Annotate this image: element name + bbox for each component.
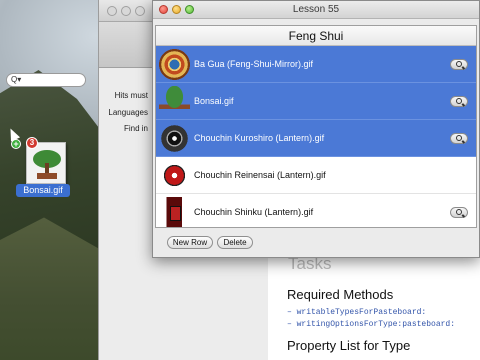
row-label: Bonsai.gif bbox=[194, 96, 234, 106]
minimize-dot-icon[interactable] bbox=[121, 6, 131, 16]
quicklook-button[interactable] bbox=[450, 133, 468, 144]
row-label: Chouchin Shinku (Lantern).gif bbox=[194, 207, 314, 217]
zoom-dot-icon[interactable] bbox=[135, 6, 145, 16]
table-row[interactable]: Ba Gua (Feng-Shui-Mirror).gif bbox=[156, 46, 476, 83]
window-title: Lesson 55 bbox=[292, 4, 340, 15]
main-window-titlebar[interactable]: Lesson 55 bbox=[153, 1, 479, 19]
delete-button[interactable]: Delete bbox=[217, 236, 253, 249]
table-row[interactable]: Chouchin Kuroshiro (Lantern).gif bbox=[156, 120, 476, 157]
row-label: Chouchin Reinensai (Lantern).gif bbox=[194, 170, 326, 180]
search-field[interactable]: Q▾ bbox=[6, 73, 86, 87]
bonsai-thumbnail-icon bbox=[33, 150, 61, 179]
table-row[interactable]: Chouchin Reinensai (Lantern).gif bbox=[156, 157, 476, 194]
docs-method-link[interactable]: – writingOptionsForType:pasteboard: bbox=[287, 320, 455, 329]
docs-method-link[interactable]: – writableTypesForPasteboard: bbox=[287, 308, 426, 317]
docs-heading-property-list: Property List for Type bbox=[287, 338, 411, 353]
row-label: Chouchin Kuroshiro (Lantern).gif bbox=[194, 133, 325, 143]
main-window[interactable]: Lesson 55 Feng Shui Ba Gua (Feng-Shui-Mi… bbox=[152, 0, 480, 258]
magnifier-icon bbox=[456, 98, 462, 104]
table-row[interactable]: Chouchin Shinku (Lantern).gif bbox=[156, 194, 476, 227]
lantern-reinensai-icon bbox=[159, 160, 190, 191]
close-dot-icon[interactable] bbox=[107, 6, 117, 16]
feng-shui-table[interactable]: Feng Shui Ba Gua (Feng-Shui-Mirror).gif … bbox=[155, 25, 477, 228]
table-column-header[interactable]: Feng Shui bbox=[156, 26, 476, 46]
table-row[interactable]: Bonsai.gif bbox=[156, 83, 476, 120]
lantern-shinku-icon bbox=[159, 197, 190, 227]
magnifier-icon bbox=[456, 61, 462, 67]
filter-label-languages: Languages bbox=[108, 108, 148, 117]
quicklook-button[interactable] bbox=[450, 207, 468, 218]
bonsai-icon bbox=[159, 86, 190, 117]
lantern-kuroshiro-icon bbox=[159, 123, 190, 154]
filter-label-hits: Hits must bbox=[114, 91, 148, 100]
new-row-button[interactable]: New Row bbox=[167, 236, 213, 249]
filter-label-find-in: Find in bbox=[123, 124, 148, 133]
quicklook-button[interactable] bbox=[450, 59, 468, 70]
desktop-file-label[interactable]: Bonsai.gif bbox=[16, 184, 70, 197]
quicklook-button[interactable] bbox=[450, 96, 468, 107]
magnifier-icon bbox=[456, 209, 462, 215]
row-label: Ba Gua (Feng-Shui-Mirror).gif bbox=[194, 59, 314, 69]
drag-count-badge: 3 bbox=[26, 137, 38, 149]
magnifier-icon bbox=[456, 135, 462, 141]
bagua-mirror-icon bbox=[159, 49, 190, 80]
docs-heading-required: Required Methods bbox=[287, 287, 394, 302]
